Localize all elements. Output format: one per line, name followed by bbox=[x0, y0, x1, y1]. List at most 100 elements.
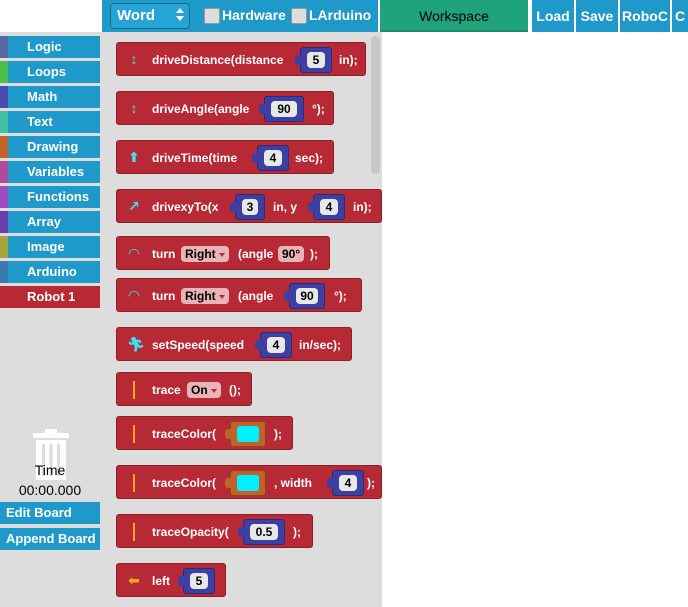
up-arrow-icon: ⬆ bbox=[128, 149, 140, 165]
y-value[interactable]: 4 bbox=[320, 199, 338, 215]
category-label: Image bbox=[27, 239, 65, 254]
category-arduino[interactable]: Arduino bbox=[0, 261, 100, 283]
category-math[interactable]: Math bbox=[0, 86, 100, 108]
width-value[interactable]: 4 bbox=[339, 475, 357, 491]
opacity-value[interactable]: 0.5 bbox=[250, 524, 278, 540]
category-drawing[interactable]: Drawing bbox=[0, 136, 100, 158]
block-left[interactable]: ⬅ left 5 bbox=[116, 563, 226, 597]
direction-dropdown[interactable]: Right bbox=[181, 246, 229, 262]
block-trace[interactable]: trace On (); bbox=[116, 372, 252, 406]
category-color-stripe bbox=[0, 111, 8, 133]
up-down-arrow-icon: ↕ bbox=[130, 100, 138, 116]
slot-plug bbox=[255, 340, 262, 350]
category-robot-1[interactable]: Robot 1 bbox=[0, 286, 100, 308]
block-mid-label: in, y bbox=[273, 200, 298, 214]
block-mid-label: , width bbox=[274, 476, 312, 490]
running-person-icon: 🏃︎ bbox=[127, 336, 145, 352]
block-suffix: ); bbox=[310, 247, 318, 261]
category-color-stripe bbox=[0, 136, 8, 158]
larduino-checkbox[interactable] bbox=[291, 8, 307, 24]
trace-dropdown[interactable]: On bbox=[187, 382, 221, 398]
block-turn-angle-slot[interactable]: ◠ turn Right (angle 90 °); bbox=[116, 278, 362, 312]
block-drive-distance[interactable]: ↕ driveDistance(distance 5 in); bbox=[116, 42, 366, 76]
block-suffix: in); bbox=[339, 53, 358, 67]
block-label: traceColor( bbox=[152, 427, 217, 441]
slot-plug bbox=[308, 202, 315, 212]
time-value[interactable]: 4 bbox=[264, 150, 282, 166]
hardware-checkbox[interactable] bbox=[204, 8, 220, 24]
category-color-stripe bbox=[0, 186, 8, 208]
block-label: driveDistance(distance bbox=[152, 53, 284, 67]
turn-arc-icon: ◠ bbox=[128, 287, 140, 303]
angle-input[interactable]: 90° bbox=[278, 246, 305, 262]
category-text[interactable]: Text bbox=[0, 111, 100, 133]
color-swatch[interactable] bbox=[237, 475, 259, 491]
category-logic[interactable]: Logic bbox=[0, 36, 100, 58]
block-drive-angle[interactable]: ↕ driveAngle(angle 90 °); bbox=[116, 91, 334, 125]
workspace-canvas[interactable] bbox=[382, 32, 688, 607]
category-image[interactable]: Image bbox=[0, 236, 100, 258]
angle-value[interactable]: 90 bbox=[296, 288, 318, 304]
cut-off-button[interactable]: C bbox=[670, 0, 688, 32]
left-arrow-icon: ⬅ bbox=[128, 572, 140, 588]
workspace-tab[interactable]: Workspace bbox=[380, 0, 528, 32]
roboc-button[interactable]: RoboC bbox=[618, 0, 670, 32]
diagonal-arrow-icon: ↗ bbox=[128, 198, 140, 214]
category-label: Robot 1 bbox=[27, 289, 76, 304]
block-trace-opacity[interactable]: traceOpacity( 0.5 ); bbox=[116, 514, 313, 548]
slot-plug bbox=[295, 55, 302, 65]
save-button[interactable]: Save bbox=[574, 0, 618, 32]
color-slot bbox=[225, 421, 266, 447]
append-board-button[interactable]: Append Board bbox=[0, 528, 100, 550]
value-slot: 5 bbox=[178, 568, 215, 594]
load-button[interactable]: Load bbox=[530, 0, 574, 32]
dropdown-caret-icon bbox=[218, 252, 225, 257]
speed-value[interactable]: 4 bbox=[267, 337, 285, 353]
block-trace-color[interactable]: traceColor( ); bbox=[116, 416, 293, 450]
language-select[interactable]: Word bbox=[110, 3, 190, 29]
timer-value: 00:00.000 bbox=[18, 482, 82, 498]
category-functions[interactable]: Functions bbox=[0, 186, 100, 208]
block-drive-xy-to[interactable]: ↗ drivexyTo(x 3 in, y 4 in); bbox=[116, 189, 382, 223]
x-value[interactable]: 3 bbox=[242, 199, 258, 215]
category-color-stripe bbox=[0, 161, 8, 183]
block-suffix: (); bbox=[229, 383, 241, 397]
category-color-stripe bbox=[0, 261, 8, 283]
color-swatch[interactable] bbox=[237, 426, 259, 442]
language-select-value: Word bbox=[117, 7, 156, 24]
block-suffix: °); bbox=[334, 289, 347, 303]
dropdown-caret-icon bbox=[210, 388, 217, 393]
category-array[interactable]: Array bbox=[0, 211, 100, 233]
category-label: Math bbox=[27, 89, 58, 104]
category-label: Logic bbox=[27, 39, 62, 54]
category-label: Drawing bbox=[27, 139, 79, 154]
block-suffix: ); bbox=[293, 525, 301, 539]
flyout-scrollbar[interactable] bbox=[371, 36, 380, 174]
block-suffix: sec); bbox=[295, 151, 324, 165]
direction-dropdown[interactable]: Right bbox=[181, 288, 229, 304]
block-label: traceColor( bbox=[152, 476, 217, 490]
angle-value[interactable]: 90 bbox=[271, 101, 297, 117]
left-value[interactable]: 5 bbox=[190, 573, 208, 589]
category-color-stripe bbox=[0, 211, 8, 233]
edit-board-button[interactable]: Edit Board bbox=[0, 502, 100, 524]
category-loops[interactable]: Loops bbox=[0, 61, 100, 83]
block-suffix: in/sec); bbox=[299, 338, 342, 352]
block-turn[interactable]: ◠ turn Right (angle 90° ); bbox=[116, 236, 330, 270]
slot-plug bbox=[259, 104, 266, 114]
block-set-speed[interactable]: 🏃︎ setSpeed(speed 4 in/sec); bbox=[116, 327, 352, 361]
category-color-stripe bbox=[0, 236, 8, 258]
block-trace-color-width[interactable]: traceColor( , width 4 ); bbox=[116, 465, 382, 499]
slot-plug bbox=[178, 576, 185, 586]
block-mid-label: (angle bbox=[238, 289, 274, 303]
dropdown-value: On bbox=[191, 383, 208, 397]
block-label: left bbox=[152, 574, 170, 588]
orange-bar-icon bbox=[133, 523, 135, 541]
distance-value[interactable]: 5 bbox=[307, 52, 325, 68]
block-drive-time[interactable]: ⬆ driveTime(time 4 sec); bbox=[116, 140, 334, 174]
slot-plug bbox=[284, 291, 291, 301]
category-label: Functions bbox=[27, 189, 90, 204]
slot-plug bbox=[225, 478, 232, 488]
category-variables[interactable]: Variables bbox=[0, 161, 100, 183]
category-color-stripe bbox=[0, 61, 8, 83]
